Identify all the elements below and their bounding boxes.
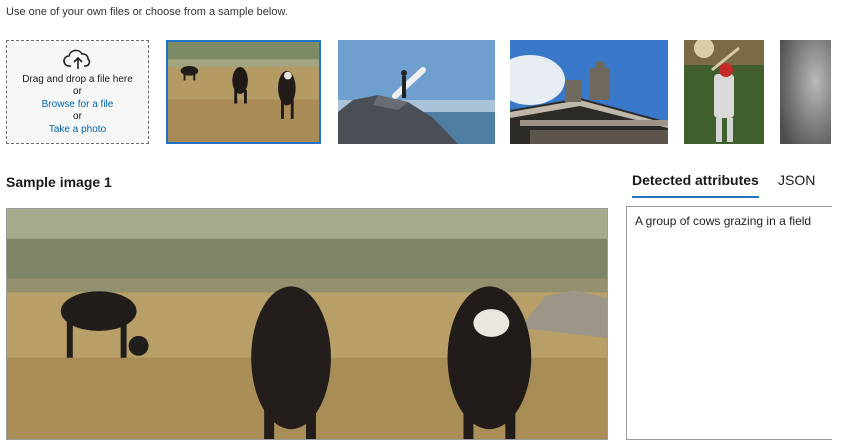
tab-json[interactable]: JSON xyxy=(778,170,815,196)
cloud-upload-icon xyxy=(62,49,90,69)
sample-thumbnail-building[interactable] xyxy=(510,40,668,144)
dropzone-or: or xyxy=(73,86,82,98)
main-image-preview xyxy=(6,208,608,440)
sample-thumbnail-cows[interactable] xyxy=(166,40,321,144)
tab-detected-attributes[interactable]: Detected attributes xyxy=(632,170,759,198)
instructions-text: Use one of your own files or choose from… xyxy=(6,6,288,18)
file-dropzone[interactable]: Drag and drop a file here or Browse for … xyxy=(6,40,149,144)
sample-thumbnail-surfer[interactable] xyxy=(338,40,495,144)
sample-thumbnail-partial[interactable] xyxy=(780,40,831,144)
sample-thumbnail-baseball[interactable] xyxy=(684,40,764,144)
section-title: Sample image 1 xyxy=(6,174,112,190)
dropzone-or: or xyxy=(73,111,82,123)
result-panel: A group of cows grazing in a field xyxy=(626,206,832,440)
browse-file-link[interactable]: Browse for a file xyxy=(42,99,114,112)
take-photo-link[interactable]: Take a photo xyxy=(49,124,106,137)
detected-caption: A group of cows grazing in a field xyxy=(635,214,812,228)
dropzone-text: Drag and drop a file here xyxy=(22,73,133,85)
